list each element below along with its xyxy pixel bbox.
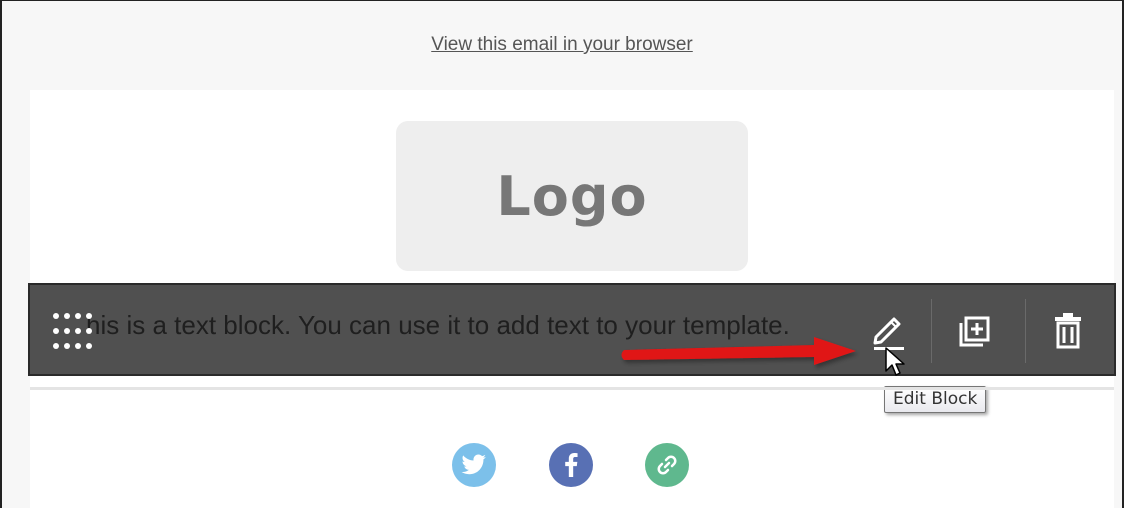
link-share-button[interactable] <box>645 443 689 487</box>
trash-icon <box>1055 313 1081 349</box>
toolbar-separator <box>931 299 932 363</box>
text-block-selected[interactable]: his is a text block. You can use it to a… <box>28 283 1116 376</box>
facebook-share-button[interactable] <box>549 443 593 487</box>
duplicate-icon <box>959 316 990 347</box>
edit-block-button[interactable] <box>866 307 910 351</box>
twitter-icon <box>461 454 486 475</box>
toolbar-separator <box>1025 299 1026 363</box>
pencil-icon <box>873 317 904 350</box>
edit-block-tooltip: Edit Block <box>884 386 987 413</box>
mouse-cursor-icon <box>885 347 905 376</box>
duplicate-block-button[interactable] <box>955 313 995 353</box>
section-divider <box>30 387 1114 390</box>
red-arrow-annotation <box>621 337 856 365</box>
delete-block-button[interactable] <box>1050 311 1086 351</box>
view-in-browser-link[interactable]: View this email in your browser <box>2 34 1122 56</box>
facebook-icon <box>565 453 578 477</box>
drag-handle-icon[interactable] <box>50 311 94 351</box>
link-icon <box>657 455 677 475</box>
logo-placeholder[interactable]: Logo <box>396 121 748 271</box>
logo-text: Logo <box>496 164 648 228</box>
twitter-share-button[interactable] <box>452 443 496 487</box>
